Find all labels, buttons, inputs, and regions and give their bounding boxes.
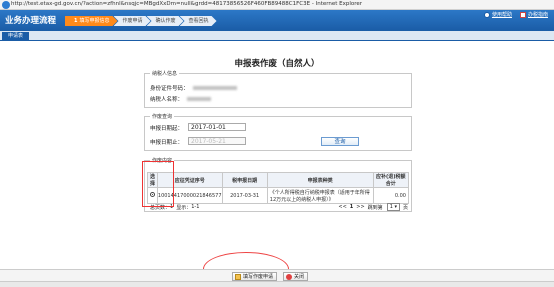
- pager-showing-label: 显示：: [176, 204, 192, 211]
- top-links: 使用帮助 办税指南: [483, 11, 548, 18]
- results-table: 选择 应征凭证序号 税申报日期 申报表种类 应补(退)税额合计 10014417…: [147, 172, 409, 204]
- end-date-input[interactable]: 2017-05-21: [188, 137, 246, 145]
- query-legend: 作废查询: [150, 113, 175, 120]
- pager-next[interactable]: >>: [356, 204, 364, 210]
- col-amount: 应补(退)税额合计: [372, 172, 409, 188]
- row-type: 《个人所得税自行纳税申报表（适用于年所得12万元以上的纳税人申报）》: [266, 187, 374, 204]
- taxpayer-panel: 纳税人信息 身份证件号码： 纳税人名称：: [144, 70, 412, 108]
- start-row: 申报日期起：: [150, 124, 183, 132]
- submit-void-button[interactable]: 填写作废申请: [232, 272, 278, 281]
- step-1: 1 填写申报信息: [65, 16, 118, 26]
- step-3: 确认作废: [147, 16, 184, 26]
- results-panel: 作废内容 选择 应征凭证序号 税申报日期 申报表种类 应补(退)税额合计 100…: [144, 157, 412, 212]
- id-label: 身份证件号码：: [150, 86, 189, 92]
- bottom-bar: 填写作废申请 关闭: [0, 269, 554, 281]
- brand-title: 业务办理流程: [5, 16, 57, 26]
- pager-goto-select[interactable]: 1 ▾: [386, 203, 400, 211]
- page-title: 申报表作废（自然人）: [234, 59, 320, 69]
- start-date-input[interactable]: 2017-01-01: [188, 123, 246, 131]
- ie-icon: [2, 1, 10, 9]
- name-label: 纳税人名称：: [150, 97, 184, 103]
- query-panel: 作废查询 申报日期起： 2017-01-01 申报日期止： 2017-05-21…: [144, 113, 412, 151]
- edit-icon: [235, 274, 241, 280]
- id-value-redacted: [192, 86, 237, 90]
- table-header-row: 选择 应征凭证序号 税申报日期 申报表种类 应补(退)税额合计: [147, 172, 409, 188]
- tab-bar: 申请表: [0, 31, 554, 41]
- row-date: 2017-03-31: [221, 187, 268, 204]
- pager-showing: 1-1: [191, 204, 200, 210]
- end-label: 申报日期止：: [150, 140, 184, 146]
- pager-goto-suffix: 页: [402, 204, 408, 211]
- annotation-box: [142, 161, 174, 207]
- header: 业务办理流程 1 填写申报信息 作废申请 确认作废 查看回执 使用帮助 办税指南: [0, 10, 554, 31]
- col-date: 税申报日期: [221, 172, 268, 188]
- workflow-steps: 1 填写申报信息 作废申请 确认作废 查看回执: [65, 16, 213, 26]
- guide-link[interactable]: 办税指南: [519, 11, 548, 18]
- name-value-redacted: [187, 97, 212, 101]
- step-4: 查看回执: [180, 16, 217, 26]
- status-bar: [0, 281, 554, 287]
- close-button[interactable]: 关闭: [283, 272, 309, 281]
- taxpayer-legend: 纳税人信息: [150, 70, 180, 77]
- close-icon: [286, 274, 292, 280]
- pager-prev[interactable]: <<: [338, 204, 346, 210]
- end-row: 申报日期止：: [150, 138, 183, 146]
- name-row: 纳税人名称：: [150, 95, 212, 103]
- step-2: 作废申请: [114, 16, 151, 26]
- pager: 总页数： 1 显示： 1-1 << 1 >> 跳到第 1 ▾ 页: [150, 203, 408, 211]
- help-icon: [483, 11, 490, 18]
- guide-icon: [519, 11, 526, 18]
- help-link[interactable]: 使用帮助: [483, 11, 512, 18]
- browser-titlebar: http://test.etax-gd.gov.cn/?action=zfhnl…: [0, 0, 554, 10]
- col-type: 申报表种类: [266, 172, 374, 188]
- window-title: http://test.etax-gd.gov.cn/?action=zfhnl…: [11, 1, 363, 7]
- pager-goto-label: 跳到第: [367, 204, 383, 211]
- start-label: 申报日期起：: [150, 126, 184, 132]
- pager-current: 1: [349, 204, 354, 210]
- table-row[interactable]: 10014417000021846577 2017-03-31 《个人所得税自行…: [147, 187, 409, 204]
- id-row: 身份证件号码：: [150, 84, 237, 92]
- tab-application[interactable]: 申请表: [2, 32, 30, 41]
- row-amount: 0.00: [372, 187, 409, 204]
- query-button[interactable]: 查询: [321, 137, 359, 146]
